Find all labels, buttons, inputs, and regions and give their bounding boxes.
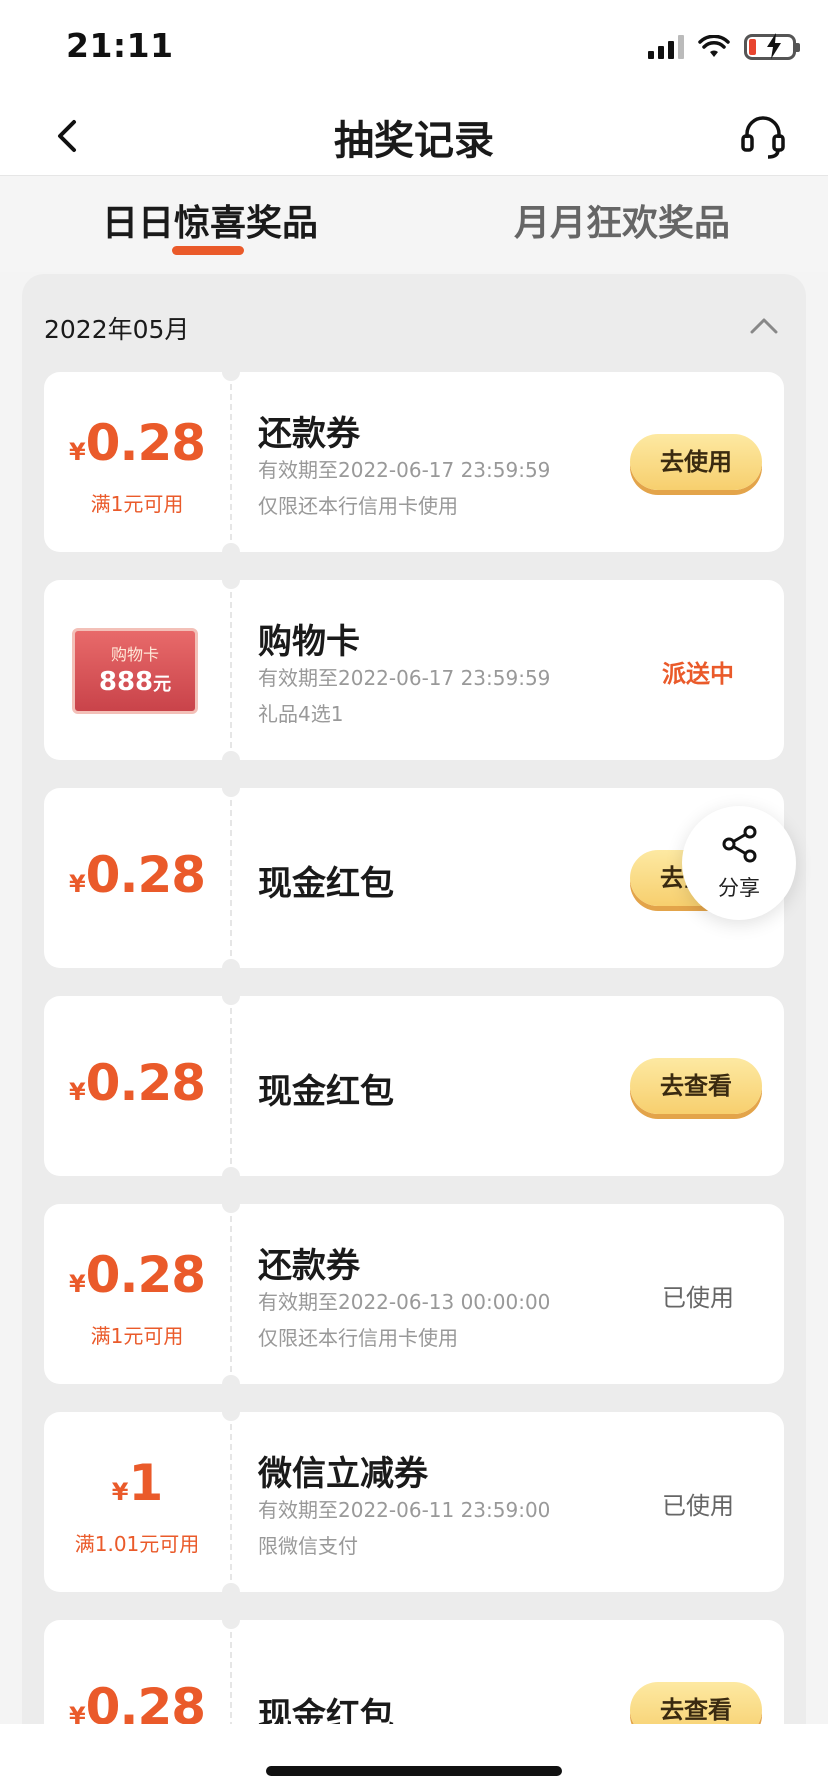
prize-card: ¥0.28 现金红包 去查看: [44, 987, 784, 1185]
prize-note: 限微信支付: [258, 1534, 358, 1558]
prize-card: ¥1 满1.01元可用 微信立减券 有效期至2022-06-11 23:59:0…: [44, 1403, 784, 1601]
tab-daily-prizes[interactable]: 日日惊喜奖品: [102, 194, 318, 246]
tab-monthly-prizes[interactable]: 月月狂欢奖品: [514, 194, 730, 246]
prize-note: 仅限还本行信用卡使用: [258, 494, 458, 518]
prize-amount: ¥1: [111, 1454, 163, 1512]
battery-icon: [744, 33, 800, 60]
customer-service-icon[interactable]: [738, 112, 788, 162]
bottom-bar: [0, 1724, 828, 1792]
prize-tabs: 日日惊喜奖品 月月狂欢奖品: [0, 176, 828, 272]
prize-expiry: 有效期至2022-06-17 23:59:59: [258, 458, 551, 482]
used-status: 已使用: [662, 1492, 734, 1520]
prize-amount: ¥0.28: [68, 1246, 206, 1304]
wifi-icon: [698, 35, 730, 57]
home-indicator[interactable]: [266, 1766, 562, 1776]
use-button[interactable]: 去使用: [630, 434, 762, 490]
used-status: 已使用: [662, 1284, 734, 1312]
chevron-up-icon[interactable]: [748, 314, 780, 338]
active-tab-indicator: [172, 246, 244, 255]
cellular-signal-icon: [648, 35, 684, 59]
prize-title: 现金红包: [258, 864, 394, 904]
share-icon: [722, 825, 757, 863]
prize-note: 礼品4选1: [258, 702, 344, 726]
prize-note: 仅限还本行信用卡使用: [258, 1326, 458, 1350]
status-icons: [648, 33, 800, 60]
prize-card: ¥0.28 现金红包 去查看: [44, 779, 784, 977]
prize-title: 现金红包: [258, 1072, 394, 1112]
prize-title: 购物卡: [258, 622, 360, 662]
prize-condition: 满1元可用: [90, 1324, 184, 1348]
prize-expiry: 有效期至2022-06-17 23:59:59: [258, 666, 551, 690]
shopping-card-image: 购物卡 888元: [72, 628, 198, 714]
view-button[interactable]: 去查看: [630, 1058, 762, 1114]
delivery-status: 派送中: [662, 660, 734, 688]
nav-bar: 抽奖记录: [0, 96, 828, 176]
page-title: 抽奖记录: [334, 118, 494, 164]
prize-amount: ¥0.28: [68, 846, 206, 904]
status-time: 21:11: [66, 26, 174, 65]
prize-condition: 满1.01元可用: [74, 1532, 200, 1556]
prize-title: 还款券: [258, 414, 360, 454]
prize-condition: 满1元可用: [90, 492, 184, 516]
prize-expiry: 有效期至2022-06-11 23:59:00: [258, 1498, 551, 1522]
prize-card: ¥0.28 满1元可用 还款券 有效期至2022-06-13 00:00:00 …: [44, 1195, 784, 1393]
prize-amount: ¥0.28: [68, 414, 206, 472]
month-label: 2022年05月: [44, 315, 190, 344]
prize-amount: ¥0.28: [68, 1054, 206, 1112]
status-bar: 21:11: [0, 0, 828, 96]
prize-card: 购物卡 888元 购物卡 有效期至2022-06-17 23:59:59 礼品4…: [44, 571, 784, 769]
share-button[interactable]: 分享: [682, 806, 796, 920]
prize-expiry: 有效期至2022-06-13 00:00:00: [258, 1290, 551, 1314]
share-label: 分享: [718, 876, 760, 900]
prize-title: 还款券: [258, 1246, 360, 1286]
prize-title: 微信立减券: [258, 1454, 428, 1494]
prize-card: ¥0.28 满1元可用 还款券 有效期至2022-06-17 23:59:59 …: [44, 363, 784, 561]
